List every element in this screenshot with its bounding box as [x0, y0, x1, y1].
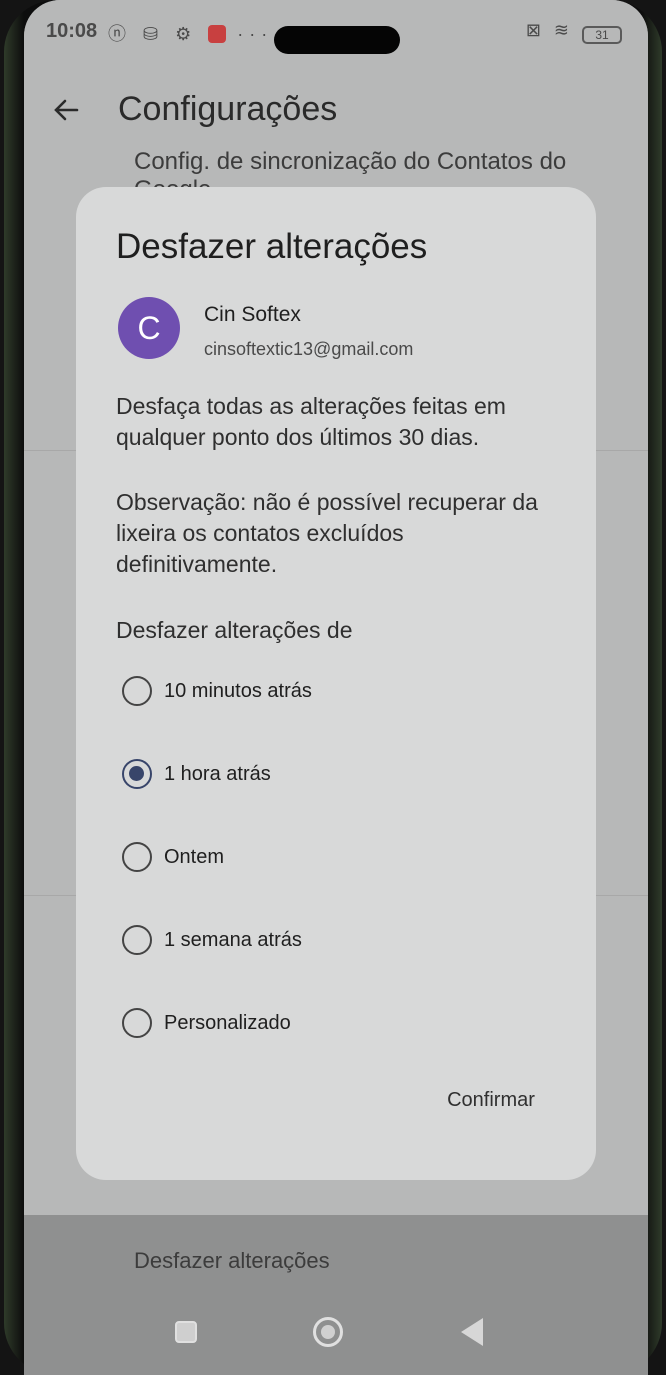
screen: 10:08 ⓝ ⛁ ⚙ ··· ⊠ ≋ 31 Configurações Con… — [24, 0, 648, 1375]
wifi-icon: ⊠ ≋ — [525, 20, 573, 40]
page-title: Configurações — [118, 90, 338, 128]
app-bar: Configurações — [24, 80, 648, 140]
notification-icon — [208, 25, 227, 43]
radio-button-icon[interactable] — [122, 925, 152, 955]
radio-button-icon[interactable] — [122, 1008, 152, 1038]
avatar[interactable]: C — [118, 297, 180, 359]
nav-back-button[interactable] — [452, 1312, 492, 1352]
recents-button[interactable] — [166, 1312, 206, 1352]
dialog-description: Desfaça todas as alterações feitas em qu… — [116, 393, 506, 450]
back-triangle-icon — [461, 1318, 483, 1346]
radio-label: 1 hora atrás — [164, 762, 271, 785]
dialog-title: Desfazer alterações — [116, 227, 428, 266]
radio-option-10-minutes[interactable]: 10 minutos atrás — [116, 667, 312, 715]
radio-label: Ontem — [164, 845, 225, 868]
status-time: 10:08 — [46, 20, 98, 42]
radio-group-label: Desfazer alterações de — [116, 617, 353, 643]
background-undo-item[interactable]: Desfazer alterações — [134, 1248, 330, 1274]
account-name: Cin Softex — [204, 303, 301, 326]
status-small-icons: ⓝ ⛁ ⚙ — [108, 24, 198, 44]
recents-icon — [175, 1321, 197, 1343]
more-icon: ··· — [237, 24, 274, 44]
navigation-bar — [24, 1300, 648, 1375]
radio-option-1-hour[interactable]: 1 hora atrás — [116, 750, 271, 798]
confirm-button[interactable]: Confirmar — [426, 1080, 556, 1120]
battery-icon: 31 — [582, 26, 622, 44]
radio-button-checked-icon[interactable] — [122, 759, 152, 789]
radio-label: Personalizado — [164, 1011, 291, 1034]
radio-option-yesterday[interactable]: Ontem — [116, 833, 224, 881]
radio-button-icon[interactable] — [122, 676, 152, 706]
radio-label: 1 semana atrás — [164, 928, 302, 951]
radio-option-1-week[interactable]: 1 semana atrás — [116, 916, 302, 964]
dialog-note: Observação: não é possível recuperar da … — [116, 489, 538, 577]
camera-cutout — [274, 26, 400, 54]
status-icons-left: ⓝ ⛁ ⚙ ··· — [108, 20, 273, 46]
home-icon — [313, 1317, 343, 1347]
arrow-back-icon — [54, 99, 79, 121]
background-setting-line: Config. de sincronização do Contatos do — [134, 148, 567, 175]
back-button[interactable] — [42, 86, 90, 134]
undo-changes-dialog: Desfazer alterações C Cin Softex cinsoft… — [76, 187, 596, 1180]
phone-frame: 10:08 ⓝ ⛁ ⚙ ··· ⊠ ≋ 31 Configurações Con… — [4, 0, 662, 1375]
radio-label: 10 minutos atrás — [164, 679, 312, 702]
status-icons-right: ⊠ ≋ 31 — [526, 20, 622, 44]
home-button[interactable] — [308, 1312, 348, 1352]
radio-option-custom[interactable]: Personalizado — [116, 999, 291, 1047]
radio-button-icon[interactable] — [122, 842, 152, 872]
account-email: cinsoftextic13@gmail.com — [204, 339, 414, 359]
